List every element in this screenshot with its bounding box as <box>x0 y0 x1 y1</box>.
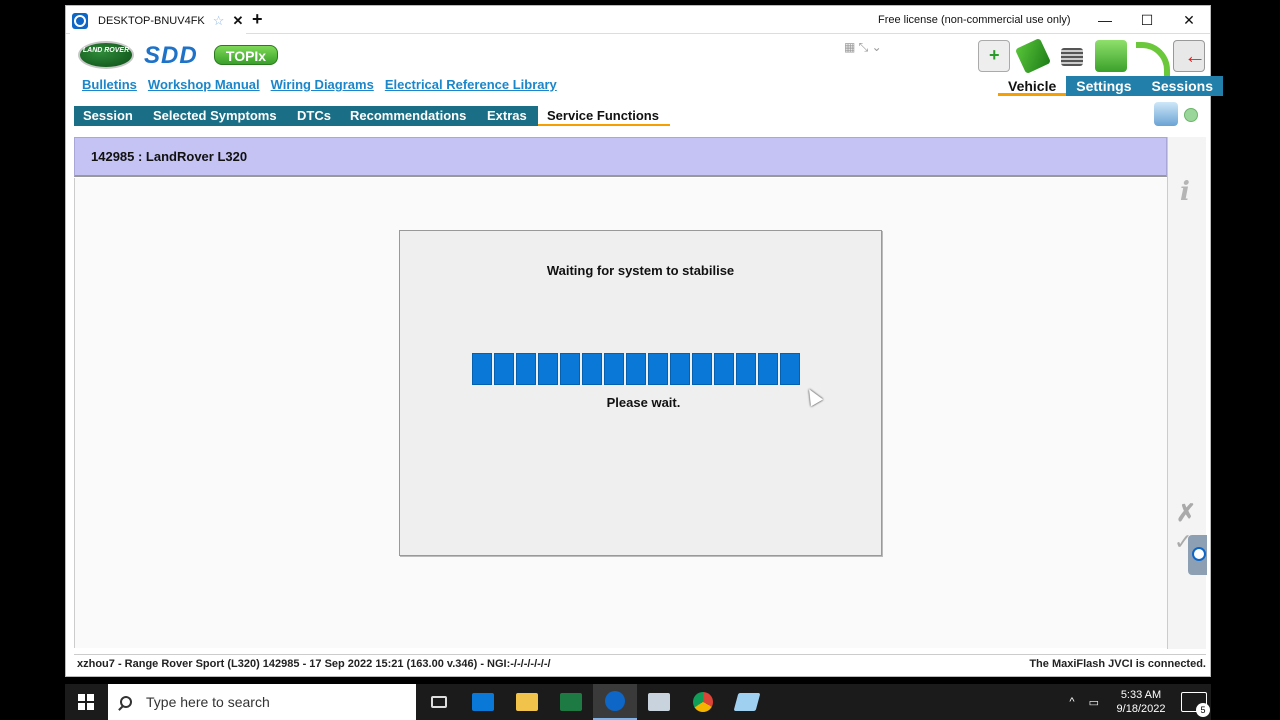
license-text: Free license (non-commercial use only) <box>878 14 1071 26</box>
progress-segment <box>582 353 602 385</box>
task-view-icon[interactable] <box>417 684 461 720</box>
signal-icon[interactable] <box>1134 40 1170 76</box>
clock-date: 9/18/2022 <box>1116 703 1166 715</box>
windows-logo-icon <box>78 694 94 710</box>
top-links: Bulletins Workshop Manual Wiring Diagram… <box>82 77 568 92</box>
notifications-icon[interactable]: 5 <box>1181 692 1210 717</box>
link-electrical-reference-library[interactable]: Electrical Reference Library <box>385 77 557 92</box>
favorite-star-icon[interactable]: ☆ <box>213 13 225 29</box>
link-bulletins[interactable]: Bulletins <box>82 77 137 92</box>
progress-segment <box>560 353 580 385</box>
vehicle-header: 142985 : LandRover L320 <box>74 137 1167 177</box>
progress-segment <box>780 353 800 385</box>
land-rover-logo: LAND ROVER <box>78 41 134 69</box>
progress-segment <box>604 353 624 385</box>
sdd-logo: SDD <box>144 42 198 69</box>
tab-recommendations[interactable]: Recommendations <box>341 106 478 126</box>
progress-segment <box>692 353 712 385</box>
info-icon[interactable]: i <box>1180 177 1190 207</box>
diagnostic-scope-icon[interactable] <box>978 40 1010 72</box>
tab-settings[interactable]: Settings <box>1066 76 1142 96</box>
teamviewer-side-panel-icon[interactable] <box>1188 535 1207 575</box>
teamviewer-icon[interactable] <box>593 684 637 720</box>
main-tabs: Session Selected Symptoms DTCs Recommend… <box>74 106 1206 126</box>
minimize-button[interactable]: — <box>1090 10 1120 30</box>
tab-sessions[interactable]: Sessions <box>1141 76 1223 96</box>
tab-service-functions[interactable]: Service Functions <box>538 106 670 126</box>
topix-button[interactable]: TOPIx <box>214 45 278 65</box>
dialog-title: Waiting for system to stabilise <box>546 263 735 278</box>
close-window-button[interactable]: ✕ <box>1174 10 1204 30</box>
file-explorer-icon[interactable] <box>505 684 549 720</box>
app-window-icon[interactable] <box>637 684 681 720</box>
system-tray: ^ ▭ 5:33 AM 9/18/2022 5 <box>1069 684 1211 720</box>
cancel-icon[interactable]: ✗ <box>1176 499 1196 528</box>
progress-bar <box>472 353 800 385</box>
search-placeholder: Type here to search <box>146 694 270 710</box>
clock[interactable]: 5:33 AM 9/18/2022 <box>1111 688 1171 716</box>
progress-segment <box>516 353 536 385</box>
right-rail: i ✗ ✓ <box>1167 137 1207 649</box>
teamviewer-logo-icon <box>72 13 88 29</box>
tab-selected-symptoms[interactable]: Selected Symptoms <box>144 106 288 126</box>
sdd-application: LAND ROVER SDD TOPIx ▦ ⤡ ⌄ Bulletins Wor… <box>74 36 1223 672</box>
wrench-icon[interactable] <box>1014 37 1052 75</box>
progress-segment <box>758 353 778 385</box>
start-button[interactable] <box>65 684 107 720</box>
progress-segment <box>714 353 734 385</box>
toolbar <box>978 37 1206 76</box>
excel-icon[interactable] <box>549 684 593 720</box>
battery-icon[interactable] <box>1056 40 1088 72</box>
navigate-icon[interactable] <box>1184 108 1198 122</box>
remote-session-tab[interactable]: DESKTOP-BNUV4FK ☆ ✕ <box>70 8 246 34</box>
new-tab-button[interactable]: + <box>252 9 263 30</box>
layout-toggle-icon[interactable]: ▦ ⤡ ⌄ <box>844 40 882 55</box>
tab-vehicle[interactable]: Vehicle <box>998 76 1067 96</box>
tab-title: DESKTOP-BNUV4FK <box>98 15 205 27</box>
maximize-button[interactable]: ☐ <box>1132 10 1162 30</box>
camera-icon[interactable] <box>1154 102 1178 126</box>
tab-dtcs[interactable]: DTCs <box>288 106 341 126</box>
chrome-icon[interactable] <box>681 684 725 720</box>
close-tab-icon[interactable]: ✕ <box>232 13 243 29</box>
network-icon[interactable]: ▭ <box>1089 696 1099 709</box>
progress-segment <box>670 353 690 385</box>
progress-segment <box>538 353 558 385</box>
tab-extras[interactable]: Extras <box>478 106 538 126</box>
progress-segment <box>736 353 756 385</box>
taskbar-search[interactable]: Type here to search <box>108 684 416 720</box>
sdd-icon[interactable] <box>725 684 769 720</box>
show-hidden-icons-icon[interactable]: ^ <box>1069 696 1074 708</box>
teamviewer-window: DESKTOP-BNUV4FK ☆ ✕ + Free license (non-… <box>65 5 1223 677</box>
link-wiring-diagrams[interactable]: Wiring Diagrams <box>271 77 374 92</box>
tab-session[interactable]: Session <box>74 106 144 126</box>
mail-icon[interactable] <box>461 684 505 720</box>
session-status-text: xzhou7 - Range Rover Sport (L320) 142985… <box>77 658 551 670</box>
notification-count: 5 <box>1196 703 1210 717</box>
exit-icon[interactable] <box>1173 40 1206 72</box>
search-icon <box>120 696 132 708</box>
windows-taskbar: Type here to search ^ ▭ 5:33 AM 9/18/202… <box>65 684 1211 720</box>
clock-time: 5:33 AM <box>1120 689 1162 701</box>
status-bar: xzhou7 - Range Rover Sport (L320) 142985… <box>74 654 1206 672</box>
connection-status-text: The MaxiFlash JVCI is connected. <box>1029 658 1206 670</box>
right-tabs: Vehicle Settings Sessions <box>998 76 1223 96</box>
progress-segment <box>648 353 668 385</box>
progress-segment <box>494 353 514 385</box>
progress-segment <box>472 353 492 385</box>
progress-segment <box>626 353 646 385</box>
link-workshop-manual[interactable]: Workshop Manual <box>148 77 260 92</box>
teamviewer-titlebar: DESKTOP-BNUV4FK ☆ ✕ + Free license (non-… <box>66 6 1210 34</box>
document-icon[interactable] <box>1095 40 1127 72</box>
